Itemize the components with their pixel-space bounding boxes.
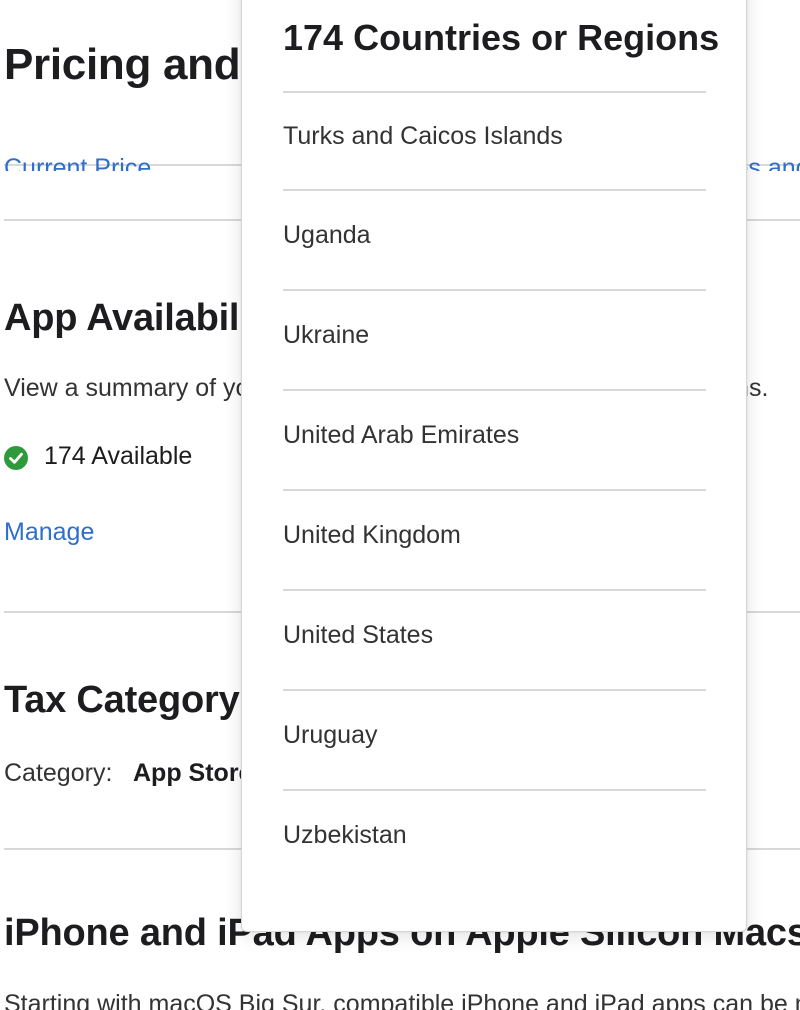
list-item: Uganda: [283, 189, 706, 289]
popover-title: 174 Countries or Regions: [283, 17, 720, 58]
tax-category-title: Tax Category: [4, 679, 240, 721]
apple-silicon-description: Starting with macOS Big Sur, compatible …: [4, 990, 800, 1010]
list-item: United Kingdom: [283, 489, 706, 589]
category-label: Category:: [4, 759, 113, 787]
list-item: United Arab Emirates: [283, 389, 706, 489]
countries-list: Turks and Caicos Islands Uganda Ukraine …: [283, 91, 706, 889]
pricing-availability-page: Pricing and Availability Current Price S…: [0, 0, 800, 1010]
checkmark-circle-icon: [4, 446, 28, 470]
list-item: Uzbekistan: [283, 789, 706, 889]
available-count: 174 Available: [44, 442, 193, 470]
manage-link[interactable]: Manage: [4, 518, 94, 547]
list-item: Ukraine: [283, 289, 706, 389]
current-price-link[interactable]: Current Price: [4, 154, 151, 171]
list-item: Uruguay: [283, 689, 706, 789]
countries-popover: 174 Countries or Regions Turks and Caico…: [241, 0, 747, 932]
list-item: United States: [283, 589, 706, 689]
list-item: Turks and Caicos Islands: [283, 91, 706, 189]
